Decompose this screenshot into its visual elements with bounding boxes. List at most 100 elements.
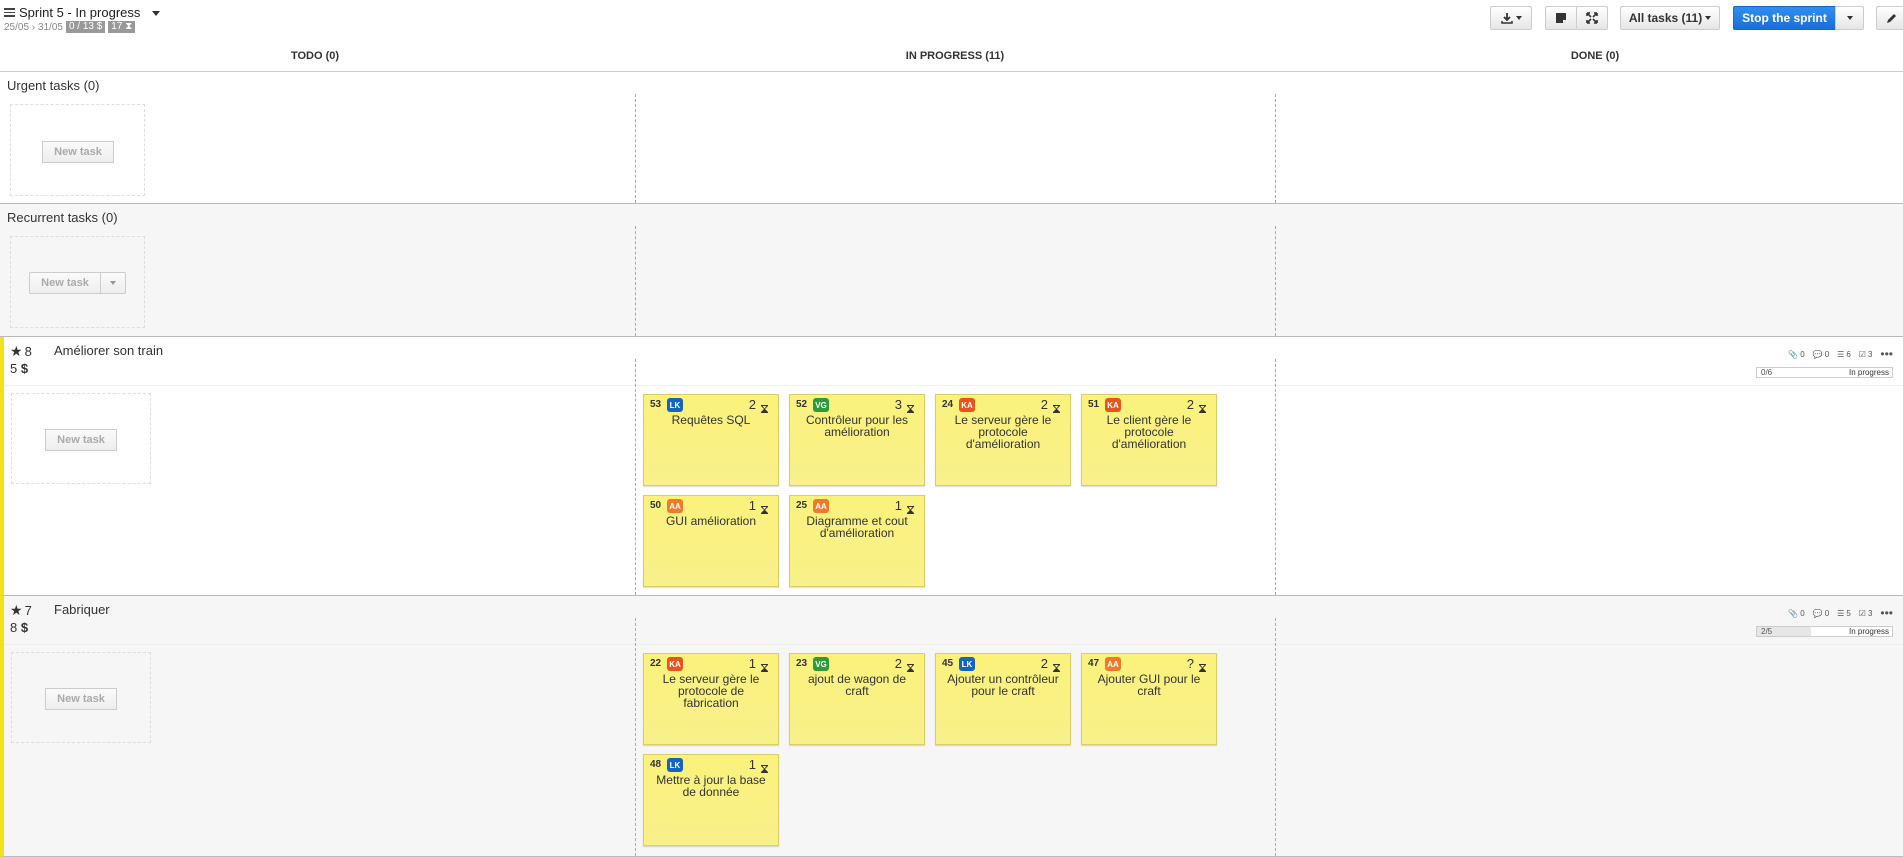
column-divider bbox=[1275, 618, 1276, 856]
story-value: 5 $ bbox=[10, 361, 29, 376]
todo-column-header: TODO (0) bbox=[290, 50, 340, 62]
sprint-title-text: Sprint 5 - In progress bbox=[19, 5, 141, 20]
story-name[interactable]: Fabriquer bbox=[54, 602, 110, 617]
all-tasks-filter-button[interactable]: All tasks (11) bbox=[1620, 6, 1720, 30]
stop-sprint-dropdown-button[interactable] bbox=[1835, 6, 1864, 30]
sprint-list-icon bbox=[4, 8, 15, 17]
story-name[interactable]: Améliorer son train bbox=[54, 343, 163, 358]
hourglass-icon bbox=[761, 661, 768, 672]
export-chevron-down-icon bbox=[1515, 16, 1522, 20]
story-meta: 📎 0 💬 0 ☰ 5 ☑ 3 ••• bbox=[1788, 606, 1893, 620]
acceptance-tests-count[interactable]: ☑ 3 bbox=[1859, 350, 1873, 359]
download-icon bbox=[1500, 12, 1513, 24]
edit-sprint-button[interactable] bbox=[1876, 6, 1903, 30]
task-estimate: 2 bbox=[1186, 397, 1194, 412]
task-name: Le serveur gère le protocole d'améliorat… bbox=[954, 413, 1052, 451]
task-estimate: ? bbox=[1186, 656, 1194, 671]
urgent-new-task-button[interactable]: New task bbox=[42, 141, 114, 163]
column-headers: TODO (0) IN PROGRESS (11) DONE (0) bbox=[0, 46, 1903, 72]
urgent-tasks-title: Urgent tasks (0) bbox=[7, 78, 100, 93]
postit-view-icon bbox=[1556, 13, 1566, 23]
tasks-count[interactable]: ☰ 6 bbox=[1837, 350, 1851, 359]
column-divider bbox=[635, 618, 636, 856]
task-name: Le serveur gère le protocole de fabricat… bbox=[662, 672, 760, 710]
story-new-task-slot: New task bbox=[11, 652, 151, 743]
export-button[interactable] bbox=[1490, 6, 1532, 30]
story-progress-bar: 0/6 In progress bbox=[1756, 367, 1893, 378]
task-card[interactable]: 48 LK 1 Mettre à jour la base de donnée bbox=[643, 754, 779, 846]
task-card[interactable]: 45 LK 2 Ajouter un contrôleur pour le craft bbox=[935, 653, 1071, 745]
sprint-subtitle: 25/05 › 31/05 0 / 13 $ 17 ⧗ bbox=[4, 21, 136, 33]
hourglass-icon bbox=[1199, 661, 1206, 672]
task-estimate: 1 bbox=[748, 498, 756, 513]
comments-count[interactable]: 💬 0 bbox=[1813, 350, 1829, 359]
story-progress-bar: 2/5 In progress bbox=[1756, 626, 1893, 637]
sprint-header: Sprint 5 - In progress 25/05 › 31/05 0 /… bbox=[0, 0, 1903, 42]
sprint-title[interactable]: Sprint 5 - In progress bbox=[4, 5, 140, 20]
recurrent-new-task-button[interactable]: New task bbox=[29, 272, 101, 294]
hourglass-icon bbox=[761, 762, 768, 773]
attachments-count[interactable]: 📎 0 bbox=[1788, 609, 1804, 618]
task-id: 23 bbox=[796, 658, 808, 669]
task-id: 51 bbox=[1088, 399, 1100, 410]
sprint-menu-chevron-down-icon[interactable] bbox=[152, 11, 160, 16]
comments-count[interactable]: 💬 0 bbox=[1813, 609, 1829, 618]
attachments-count[interactable]: 📎 0 bbox=[1788, 350, 1804, 359]
star-icon: ★ bbox=[10, 602, 23, 618]
assignee-avatar: LK bbox=[667, 758, 683, 772]
sprint-points-badge: 0 / 13 $ bbox=[65, 21, 106, 33]
column-divider bbox=[1275, 359, 1276, 595]
story-new-task-button[interactable]: New task bbox=[45, 429, 117, 451]
column-divider bbox=[635, 94, 636, 203]
task-name: Ajouter GUI pour le craft bbox=[1097, 672, 1201, 698]
task-card[interactable]: 23 VG 2 ajout de wagon de craft bbox=[789, 653, 925, 745]
assignee-avatar: LK bbox=[667, 398, 683, 412]
tasks-count[interactable]: ☰ 5 bbox=[1837, 609, 1851, 618]
hourglass-icon bbox=[1199, 402, 1206, 413]
task-card[interactable]: 51 KA 2 Le client gère le protocole d'améli… bbox=[1081, 394, 1217, 486]
task-name: Requêtes SQL bbox=[671, 413, 751, 427]
more-options-icon[interactable]: ••• bbox=[1880, 606, 1893, 620]
task-estimate: 3 bbox=[894, 397, 902, 412]
task-id: 50 bbox=[650, 500, 662, 511]
stop-sprint-button[interactable]: Stop the sprint bbox=[1733, 6, 1836, 30]
recurrent-new-task-slot: New task bbox=[10, 236, 145, 328]
postit-view-button[interactable] bbox=[1545, 6, 1577, 30]
task-id: 25 bbox=[796, 500, 808, 511]
story-meta: 📎 0 💬 0 ☰ 6 ☑ 3 ••• bbox=[1788, 347, 1893, 361]
task-estimate: 2 bbox=[1040, 656, 1048, 671]
done-column-header: DONE (0) bbox=[1570, 50, 1620, 62]
hourglass-icon bbox=[907, 661, 914, 672]
task-id: 53 bbox=[650, 399, 662, 410]
task-card[interactable]: 53 LK 2 Requêtes SQL bbox=[643, 394, 779, 486]
story-state: In progress bbox=[1848, 368, 1889, 377]
story-new-task-button[interactable]: New task bbox=[45, 688, 117, 710]
assignee-avatar: KA bbox=[959, 398, 975, 412]
in-progress-column-header: IN PROGRESS (11) bbox=[905, 50, 1005, 62]
urgent-tasks-section: Urgent tasks (0) New task bbox=[0, 72, 1903, 204]
task-id: 45 bbox=[942, 658, 954, 669]
assignee-avatar: KA bbox=[1105, 398, 1121, 412]
acceptance-tests-count[interactable]: ☑ 3 bbox=[1859, 609, 1873, 618]
column-divider bbox=[1275, 94, 1276, 203]
filter-chevron-down-icon bbox=[1705, 16, 1712, 20]
star-icon: ★ bbox=[10, 343, 23, 359]
task-card[interactable]: 22 KA 1 Le serveur gère le protocole de fab… bbox=[643, 653, 779, 745]
recurrent-new-task-dropdown[interactable] bbox=[100, 272, 126, 294]
task-name: Le client gère le protocole d'améliorati… bbox=[1106, 413, 1192, 451]
task-name: Ajouter un contrôleur pour le craft bbox=[947, 672, 1059, 698]
hourglass-icon bbox=[907, 503, 914, 514]
more-options-icon[interactable]: ••• bbox=[1880, 347, 1893, 361]
task-id: 52 bbox=[796, 399, 808, 410]
task-name: Mettre à jour la base de donnée bbox=[656, 773, 766, 799]
task-card[interactable]: 50 AA 1 GUI amélioration bbox=[643, 495, 779, 587]
fullscreen-button[interactable] bbox=[1576, 6, 1608, 30]
story-row: ★ 7 Fabriquer 8 $ 📎 0 💬 0 ☰ 5 ☑ 3 ••• 2/5 In … bbox=[0, 596, 1903, 857]
task-card[interactable]: 24 KA 2 Le serveur gère le protocole d'amél… bbox=[935, 394, 1071, 486]
task-card[interactable]: 52 VG 3 Contrôleur pour les amélioration bbox=[789, 394, 925, 486]
task-card[interactable]: 47 AA? Ajouter GUI pour le craft bbox=[1081, 653, 1217, 745]
task-card[interactable]: 25 AA 1 Diagramme et cout d'amélioration bbox=[789, 495, 925, 587]
assignee-avatar: AA bbox=[813, 499, 829, 513]
story-state: In progress bbox=[1848, 627, 1889, 636]
story-separator bbox=[4, 644, 1903, 645]
